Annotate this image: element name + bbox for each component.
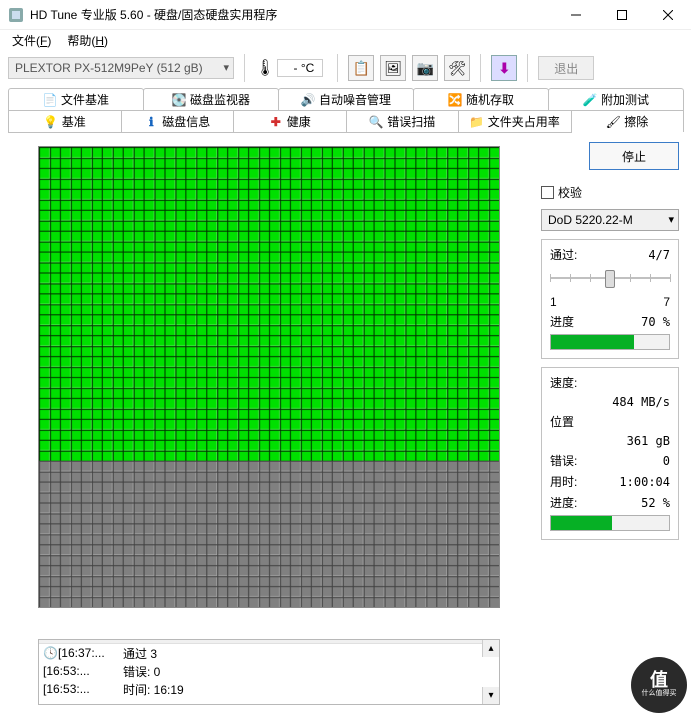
method-dropdown[interactable]: DoD 5220.22-M ▾ bbox=[541, 209, 679, 231]
log-list[interactable]: 🕓[16:37:...通过 3 [16:53:...错误: 0 [16:53:.… bbox=[38, 639, 500, 705]
screenshot-button[interactable]: 📷 bbox=[412, 55, 438, 81]
bulb-icon: 💡 bbox=[44, 115, 58, 129]
menu-help[interactable]: 帮助(H) bbox=[59, 31, 116, 50]
toolbar: PLEXTOR PX-512M9PeY (512 gB) ▾ 🌡 - °C 📋 … bbox=[0, 50, 691, 86]
position-label: 位置 bbox=[550, 413, 574, 430]
disk-icon: 💽 bbox=[172, 93, 186, 107]
errors-value: 0 bbox=[663, 454, 670, 468]
pass-progress-value: 70 % bbox=[641, 315, 670, 329]
thermometer-icon: 🌡 bbox=[255, 58, 275, 78]
tab-error-scan[interactable]: 🔍错误扫描 bbox=[346, 110, 460, 132]
tab-benchmark[interactable]: 💡基准 bbox=[8, 110, 122, 132]
pass-label: 通过: bbox=[550, 246, 577, 263]
log-row[interactable]: [16:53:...错误: 0 bbox=[39, 662, 499, 680]
options-button[interactable]: 🛠 bbox=[444, 55, 470, 81]
test-icon: 🧪 bbox=[583, 93, 597, 107]
tab-folder-usage[interactable]: 📁文件夹占用率 bbox=[458, 110, 572, 132]
info-icon: ℹ bbox=[144, 115, 158, 129]
time-value: 1:00:04 bbox=[619, 475, 670, 489]
overall-progress-bar bbox=[550, 515, 670, 531]
window-title: HD Tune 专业版 5.60 - 硬盘/固态硬盘实用程序 bbox=[30, 6, 277, 23]
temperature-display: 🌡 - °C bbox=[255, 58, 323, 78]
position-value: 361 gB bbox=[627, 434, 670, 448]
menu-bar: 文件(F) 帮助(H) bbox=[0, 30, 691, 50]
tab-aam[interactable]: 🔊自动噪音管理 bbox=[278, 88, 414, 110]
stats-panel: 速度: 484 MB/s 位置 361 gB 错误: 0 用时: 1:00:04 进… bbox=[541, 367, 679, 540]
menu-file[interactable]: 文件(F) bbox=[4, 31, 59, 50]
separator bbox=[527, 54, 528, 82]
pass-panel: 通过: 4/7 1 7 进度 70 % bbox=[541, 239, 679, 359]
tab-disk-info[interactable]: ℹ磁盘信息 bbox=[121, 110, 235, 132]
app-icon bbox=[8, 7, 24, 23]
tab-health[interactable]: ✚健康 bbox=[233, 110, 347, 132]
random-icon: 🔀 bbox=[448, 93, 462, 107]
pass-progress-bar bbox=[550, 334, 670, 350]
exit-button[interactable]: 退出 bbox=[538, 56, 594, 80]
chevron-down-icon: ▾ bbox=[223, 61, 229, 74]
tab-disk-monitor[interactable]: 💽磁盘监视器 bbox=[143, 88, 279, 110]
erase-icon: 🖌 bbox=[606, 115, 620, 129]
overall-progress-label: 进度: bbox=[550, 494, 577, 511]
file-icon: 📄 bbox=[43, 93, 57, 107]
temperature-value: - °C bbox=[277, 59, 323, 77]
verify-checkbox[interactable] bbox=[541, 186, 554, 199]
copy-screenshot-button[interactable]: 🖼 bbox=[380, 55, 406, 81]
pass-progress-label: 进度 bbox=[550, 313, 574, 330]
log-row[interactable]: [16:53:...时间: 16:19 bbox=[39, 680, 499, 698]
copy-info-button[interactable]: 📋 bbox=[348, 55, 374, 81]
speed-value: 484 MB/s bbox=[612, 395, 670, 409]
pass-value: 4/7 bbox=[648, 248, 670, 262]
minimize-button[interactable] bbox=[553, 0, 599, 30]
tab-row-2: 💡基准 ℹ磁盘信息 ✚健康 🔍错误扫描 📁文件夹占用率 🖌擦除 bbox=[8, 110, 683, 132]
tab-strip: 📄文件基准 💽磁盘监视器 🔊自动噪音管理 🔀随机存取 🧪附加测试 💡基准 ℹ磁盘… bbox=[8, 88, 683, 133]
stop-button[interactable]: 停止 bbox=[589, 142, 679, 170]
slider-min: 1 bbox=[550, 295, 557, 309]
clock-icon: 🕓 bbox=[43, 646, 58, 660]
magnifier-icon: 🔍 bbox=[369, 115, 383, 129]
separator bbox=[244, 54, 245, 82]
chevron-down-icon: ▾ bbox=[668, 213, 674, 226]
folder-icon: 📁 bbox=[470, 115, 484, 129]
tab-erase[interactable]: 🖌擦除 bbox=[571, 110, 685, 132]
save-button[interactable]: ⬇ bbox=[491, 55, 517, 81]
slider-max: 7 bbox=[663, 295, 670, 309]
content-area: 停止 校验 DoD 5220.22-M ▾ 通过: 4/7 1 7 bbox=[8, 134, 683, 709]
erase-progress-map bbox=[38, 146, 500, 608]
verify-label: 校验 bbox=[558, 184, 582, 201]
time-label: 用时: bbox=[550, 473, 577, 490]
speed-label: 速度: bbox=[550, 374, 577, 391]
device-dropdown-label: PLEXTOR PX-512M9PeY (512 gB) bbox=[15, 61, 203, 75]
method-dropdown-label: DoD 5220.22-M bbox=[548, 213, 633, 227]
close-button[interactable] bbox=[645, 0, 691, 30]
title-bar: HD Tune 专业版 5.60 - 硬盘/固态硬盘实用程序 bbox=[0, 0, 691, 30]
separator bbox=[337, 54, 338, 82]
speaker-icon: 🔊 bbox=[301, 93, 315, 107]
overall-progress-value: 52 % bbox=[641, 496, 670, 510]
tab-extra-tests[interactable]: 🧪附加测试 bbox=[548, 88, 684, 110]
health-icon: ✚ bbox=[269, 115, 283, 129]
pass-slider[interactable] bbox=[550, 267, 670, 291]
scroll-up-button[interactable]: ▴ bbox=[482, 640, 499, 657]
errors-label: 错误: bbox=[550, 452, 577, 469]
tab-file-benchmark[interactable]: 📄文件基准 bbox=[8, 88, 144, 110]
tab-random-access[interactable]: 🔀随机存取 bbox=[413, 88, 549, 110]
maximize-button[interactable] bbox=[599, 0, 645, 30]
log-row[interactable]: 🕓[16:37:...通过 3 bbox=[39, 644, 499, 662]
watermark: 值 什么值得买 bbox=[631, 657, 687, 713]
scroll-down-button[interactable]: ▾ bbox=[482, 687, 499, 704]
separator bbox=[480, 54, 481, 82]
device-dropdown[interactable]: PLEXTOR PX-512M9PeY (512 gB) ▾ bbox=[8, 57, 234, 79]
tab-row-1: 📄文件基准 💽磁盘监视器 🔊自动噪音管理 🔀随机存取 🧪附加测试 bbox=[8, 88, 683, 110]
